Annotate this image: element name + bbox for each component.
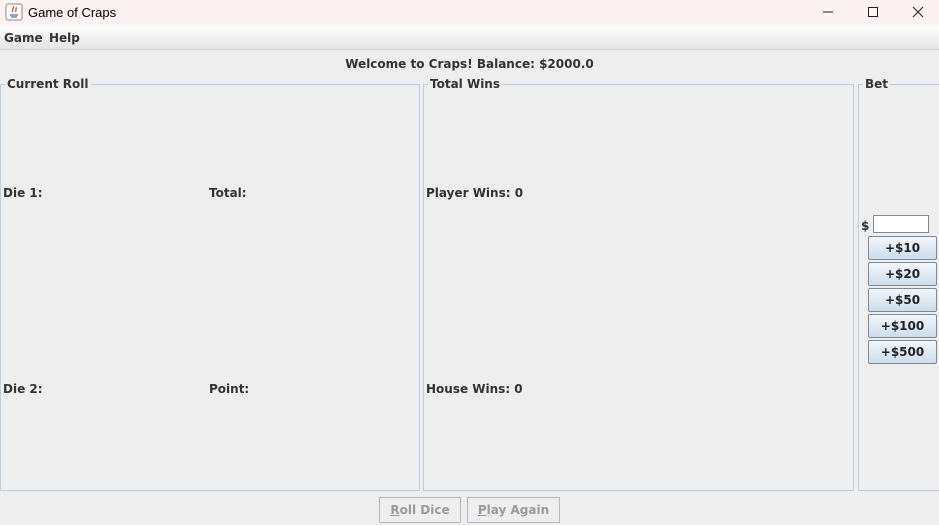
- total-wins-title: Total Wins: [428, 77, 502, 91]
- welcome-balance-label: Welcome to Craps! Balance: $2000.0: [345, 57, 594, 71]
- play-rest: lay Again: [486, 503, 550, 517]
- current-roll-panel: Current Roll: [0, 77, 420, 491]
- add-100-button[interactable]: +$100: [868, 314, 937, 338]
- currency-label: $: [861, 219, 870, 233]
- player-wins-label: Player Wins: 0: [426, 186, 524, 200]
- die1-label: Die 1:: [3, 186, 43, 200]
- add-50-button[interactable]: +$50: [868, 288, 937, 312]
- title-bar: Game of Craps: [0, 0, 939, 25]
- close-button[interactable]: [895, 0, 939, 25]
- menu-game[interactable]: Game: [4, 31, 43, 45]
- menu-bar: Game Help: [0, 25, 939, 50]
- house-wins-label: House Wins: 0: [426, 382, 523, 396]
- close-icon: [912, 6, 924, 18]
- roll-mnemonic: R: [390, 503, 400, 517]
- add-10-button[interactable]: +$10: [868, 236, 937, 260]
- bet-title: Bet: [863, 77, 891, 91]
- play-mnemonic: P: [477, 503, 487, 517]
- total-wins-panel: Total Wins: [423, 77, 854, 491]
- total-label: Total:: [209, 186, 247, 200]
- maximize-button[interactable]: [850, 0, 896, 25]
- java-icon: [5, 3, 23, 21]
- current-roll-title: Current Roll: [5, 77, 91, 91]
- maximize-icon: [868, 7, 878, 17]
- minimize-icon: [823, 11, 833, 13]
- add-20-button[interactable]: +$20: [868, 262, 937, 286]
- play-again-button[interactable]: Play Again: [467, 497, 560, 523]
- roll-dice-button[interactable]: Roll Dice: [379, 497, 461, 523]
- minimize-button[interactable]: [805, 0, 851, 25]
- add-500-button[interactable]: +$500: [868, 340, 937, 364]
- die2-label: Die 2:: [3, 382, 43, 396]
- window-title: Game of Craps: [28, 5, 117, 20]
- bet-amount-input[interactable]: [873, 215, 929, 233]
- menu-help[interactable]: Help: [49, 31, 80, 45]
- point-label: Point:: [209, 382, 250, 396]
- roll-rest: oll Dice: [399, 503, 450, 517]
